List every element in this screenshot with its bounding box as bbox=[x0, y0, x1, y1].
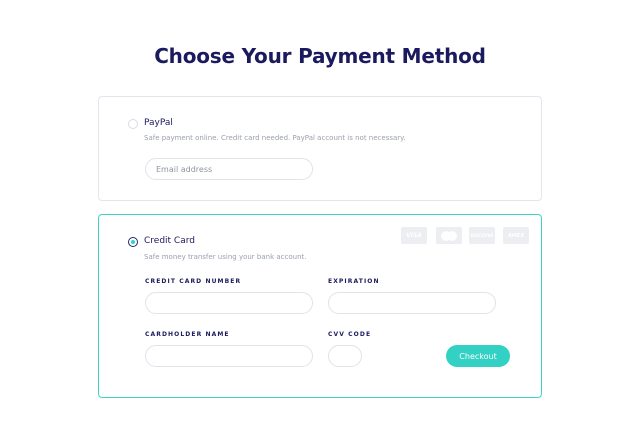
page-title: Choose Your Payment Method bbox=[154, 44, 486, 68]
paypal-title: PayPal bbox=[144, 118, 173, 128]
visa-logo-text: VISA bbox=[406, 232, 422, 239]
credit-card-option-card[interactable]: Credit Card Safe money transfer using yo… bbox=[98, 214, 542, 398]
credit-card-title: Credit Card bbox=[144, 236, 195, 246]
paypal-description: Safe payment online. Credit card needed.… bbox=[144, 134, 406, 142]
mastercard-logo-icon bbox=[436, 227, 462, 244]
expiration-field[interactable] bbox=[328, 292, 496, 314]
paypal-radio[interactable] bbox=[128, 119, 138, 129]
card-number-label: CREDIT CARD NUMBER bbox=[145, 278, 242, 285]
paypal-option-card[interactable]: PayPal Safe payment online. Credit card … bbox=[98, 96, 542, 201]
cvv-field[interactable] bbox=[328, 345, 362, 367]
card-number-field[interactable] bbox=[145, 292, 313, 314]
visa-logo-icon: VISA bbox=[401, 227, 427, 244]
cardholder-name-label: CARDHOLDER NAME bbox=[145, 331, 230, 338]
expiration-label: EXPIRATION bbox=[328, 278, 380, 285]
credit-card-description: Safe money transfer using your bank acco… bbox=[144, 253, 307, 261]
email-field[interactable] bbox=[145, 158, 313, 180]
amex-logo-icon: AMEX bbox=[503, 227, 529, 244]
discover-logo-text: DISCOVER bbox=[470, 233, 494, 238]
mastercard-circles-icon bbox=[441, 230, 457, 241]
credit-card-radio[interactable] bbox=[128, 237, 138, 247]
cvv-label: CVV CODE bbox=[328, 331, 372, 338]
amex-logo-text: AMEX bbox=[507, 232, 525, 239]
cardholder-name-field[interactable] bbox=[145, 345, 313, 367]
discover-logo-icon: DISCOVER bbox=[469, 227, 495, 244]
checkout-button[interactable]: Checkout bbox=[446, 345, 510, 367]
